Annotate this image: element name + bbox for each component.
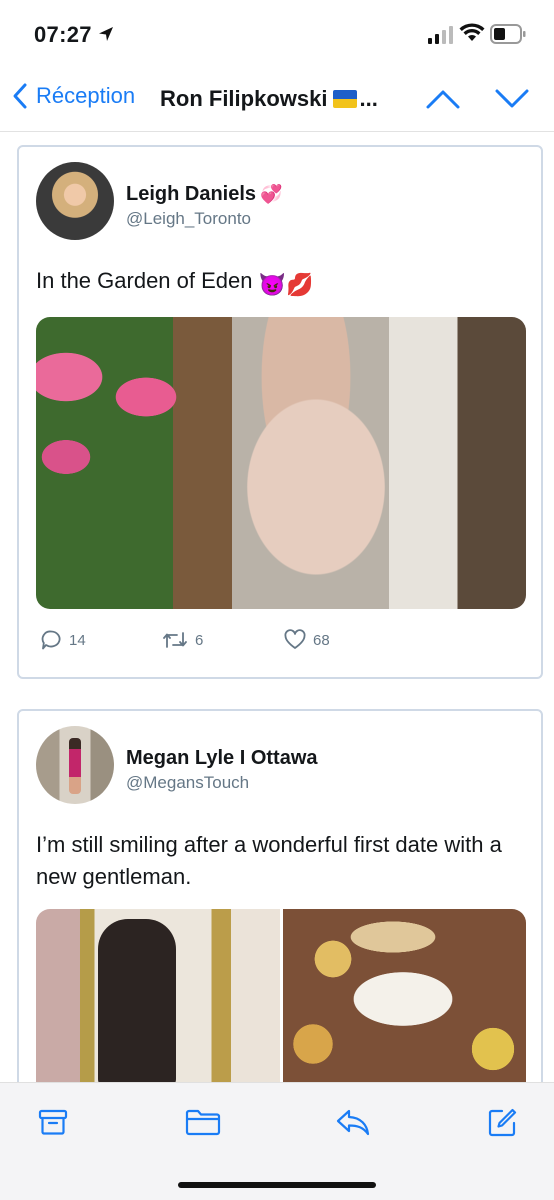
- embedded-tweet[interactable]: Leigh Daniels 💞 @Leigh_Toronto In the Gar…: [17, 145, 543, 679]
- tweet-photo[interactable]: [36, 909, 280, 1082]
- hearts-emoji: 💞: [260, 184, 283, 204]
- back-button[interactable]: Réception: [12, 82, 135, 110]
- retweet-action[interactable]: 6: [162, 629, 203, 651]
- embedded-tweet[interactable]: Megan Lyle I Ottawa @MegansTouch I’m sti…: [17, 709, 543, 1082]
- devil-lips-emoji: 😈💋: [258, 272, 314, 297]
- compose-icon[interactable]: [486, 1107, 518, 1139]
- like-action[interactable]: 68: [284, 629, 330, 651]
- reply-count: 14: [69, 631, 86, 649]
- back-label: Réception: [36, 83, 136, 108]
- status-time: 07:27: [34, 22, 92, 47]
- home-indicator[interactable]: [178, 1182, 376, 1188]
- message-title: Ron Filipkowski...: [160, 86, 378, 112]
- folder-icon[interactable]: [185, 1107, 221, 1137]
- tweet-photo[interactable]: [282, 909, 526, 1082]
- tweet-photo[interactable]: [36, 317, 526, 609]
- tweet-actions: 14 6 68: [36, 629, 526, 655]
- ukraine-flag-icon: [333, 90, 358, 108]
- retweet-icon: [163, 632, 187, 648]
- mail-nav-bar: Réception Ron Filipkowski...: [0, 62, 554, 132]
- message-body[interactable]: Leigh Daniels 💞 @Leigh_Toronto In the Gar…: [0, 132, 554, 1082]
- chevron-down-icon[interactable]: [494, 88, 530, 110]
- tweet-author-name: Megan Lyle I Ottawa: [126, 747, 318, 769]
- wifi-icon: [459, 23, 485, 41]
- retweet-count: 6: [195, 631, 204, 649]
- status-bar: 07:27: [0, 0, 554, 62]
- message-title-text: Ron Filipkowski: [160, 86, 328, 111]
- like-count: 68: [313, 631, 330, 649]
- reply-icon[interactable]: [335, 1107, 371, 1137]
- location-arrow-icon: [99, 27, 113, 41]
- battery-icon: [490, 24, 526, 44]
- avatar: [36, 162, 114, 240]
- archive-icon[interactable]: [38, 1107, 68, 1137]
- tweet-photo-grid[interactable]: [36, 909, 526, 1082]
- reply-bubble-icon: [41, 630, 61, 650]
- chevron-left-icon: [13, 83, 27, 109]
- heart-icon: [284, 629, 306, 649]
- tweet-author-handle: @Leigh_Toronto: [126, 209, 252, 228]
- tweet-author-handle: @MegansTouch: [126, 773, 250, 792]
- tweet-author-name: Leigh Daniels 💞: [126, 183, 283, 205]
- tweet-text: I’m still smiling after a wonderful firs…: [36, 832, 502, 889]
- tweet-text: In the Garden of Eden 😈💋: [36, 265, 526, 301]
- title-ellipsis: ...: [359, 86, 378, 111]
- avatar: [36, 726, 114, 804]
- chevron-up-icon[interactable]: [425, 88, 461, 110]
- reply-action[interactable]: 14: [40, 629, 86, 651]
- signal-icon: [428, 26, 453, 44]
